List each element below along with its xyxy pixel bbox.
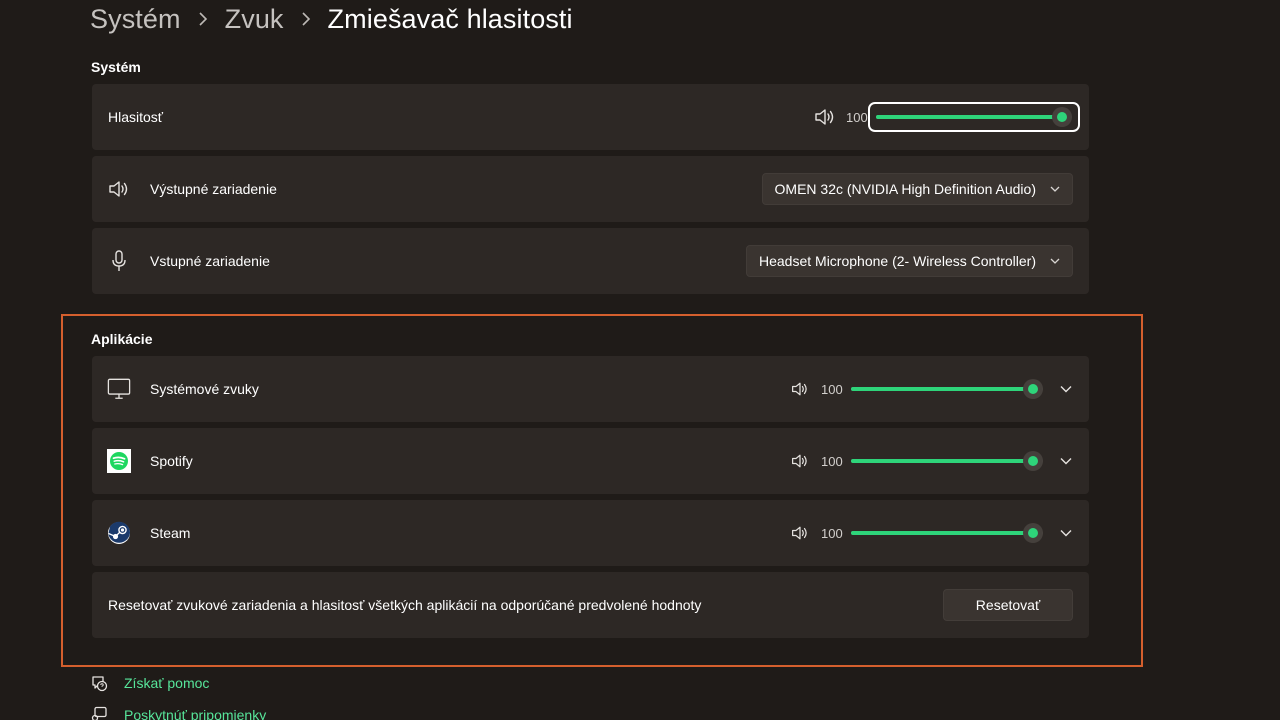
spotify-icon (107, 449, 131, 473)
app-name: Spotify (150, 453, 193, 469)
app-volume-value: 100 (821, 453, 843, 469)
speaker-icon[interactable] (791, 380, 813, 398)
master-volume-slider[interactable] (876, 107, 1072, 127)
app-volume-slider[interactable] (851, 451, 1043, 471)
reset-button[interactable]: Resetovať (943, 589, 1073, 621)
chevron-down-icon[interactable] (1043, 428, 1089, 494)
feedback-icon (90, 706, 108, 720)
app-volume-row: Steam 100 (92, 500, 1089, 566)
get-help-text[interactable]: Získať pomoc (124, 675, 209, 691)
page-title: Zmiešavač hlasitosti (327, 3, 573, 34)
give-feedback-link[interactable]: Poskytnúť pripomienky (90, 706, 266, 720)
output-device-dropdown[interactable]: OMEN 32c (NVIDIA High Definition Audio) (761, 173, 1073, 205)
app-name: Steam (150, 525, 191, 541)
chevron-down-icon[interactable] (1043, 356, 1089, 422)
input-device-value: Headset Microphone (2- Wireless Controll… (759, 253, 1036, 269)
slider-fill (851, 531, 1033, 535)
slider-fill (851, 387, 1033, 391)
breadcrumb: Systém Zvuk Zmiešavač hlasitosti (90, 2, 573, 36)
speaker-icon (107, 177, 131, 201)
chevron-right-icon (197, 12, 209, 26)
app-volume-value: 100 (821, 525, 843, 541)
app-volume-row: Systémové zvuky 100 (92, 356, 1089, 422)
help-icon (90, 674, 108, 692)
system-volume-card: Hlasitosť 100 (92, 84, 1089, 150)
reset-card: Resetovať zvukové zariadenia a hlasitosť… (92, 572, 1089, 638)
chevron-down-icon (1050, 184, 1060, 194)
chevron-right-icon (300, 12, 312, 26)
input-device-dropdown[interactable]: Headset Microphone (2- Wireless Controll… (746, 245, 1073, 277)
microphone-icon (107, 249, 131, 273)
slider-thumb[interactable] (1023, 379, 1043, 399)
app-volume-slider[interactable] (851, 523, 1043, 543)
volume-mixer-page: Systém Zvuk Zmiešavač hlasitosti Systém … (0, 0, 1280, 720)
app-volume-row: Spotify 100 (92, 428, 1089, 494)
slider-thumb[interactable] (1023, 451, 1043, 471)
volume-slider-focus (868, 102, 1080, 132)
reset-description: Resetovať zvukové zariadenia a hlasitosť… (108, 597, 702, 613)
output-device-card: Výstupné zariadenie OMEN 32c (NVIDIA Hig… (92, 156, 1089, 222)
app-volume-slider[interactable] (851, 379, 1043, 399)
speaker-icon[interactable] (791, 452, 813, 470)
speaker-icon[interactable] (791, 524, 813, 542)
input-device-card: Vstupné zariadenie Headset Microphone (2… (92, 228, 1089, 294)
get-help-link[interactable]: Získať pomoc (90, 674, 209, 692)
volume-value: 100 (846, 109, 868, 125)
breadcrumb-item-sound[interactable]: Zvuk (225, 4, 284, 35)
output-device-value: OMEN 32c (NVIDIA High Definition Audio) (774, 181, 1036, 197)
output-device-label: Výstupné zariadenie (150, 181, 277, 197)
app-volume-value: 100 (821, 381, 843, 397)
slider-fill (876, 115, 1062, 119)
give-feedback-text[interactable]: Poskytnúť pripomienky (124, 707, 266, 720)
slider-thumb[interactable] (1052, 107, 1072, 127)
speaker-icon[interactable] (814, 108, 836, 126)
monitor-icon (107, 377, 131, 401)
steam-icon (107, 521, 131, 545)
section-heading-system: Systém (91, 59, 141, 75)
chevron-down-icon[interactable] (1043, 500, 1089, 566)
breadcrumb-item-system[interactable]: Systém (90, 4, 181, 35)
volume-label: Hlasitosť (108, 109, 164, 125)
input-device-label: Vstupné zariadenie (150, 253, 270, 269)
slider-thumb[interactable] (1023, 523, 1043, 543)
chevron-down-icon (1050, 256, 1060, 266)
slider-fill (851, 459, 1033, 463)
app-name: Systémové zvuky (150, 381, 259, 397)
section-heading-apps: Aplikácie (91, 331, 153, 347)
